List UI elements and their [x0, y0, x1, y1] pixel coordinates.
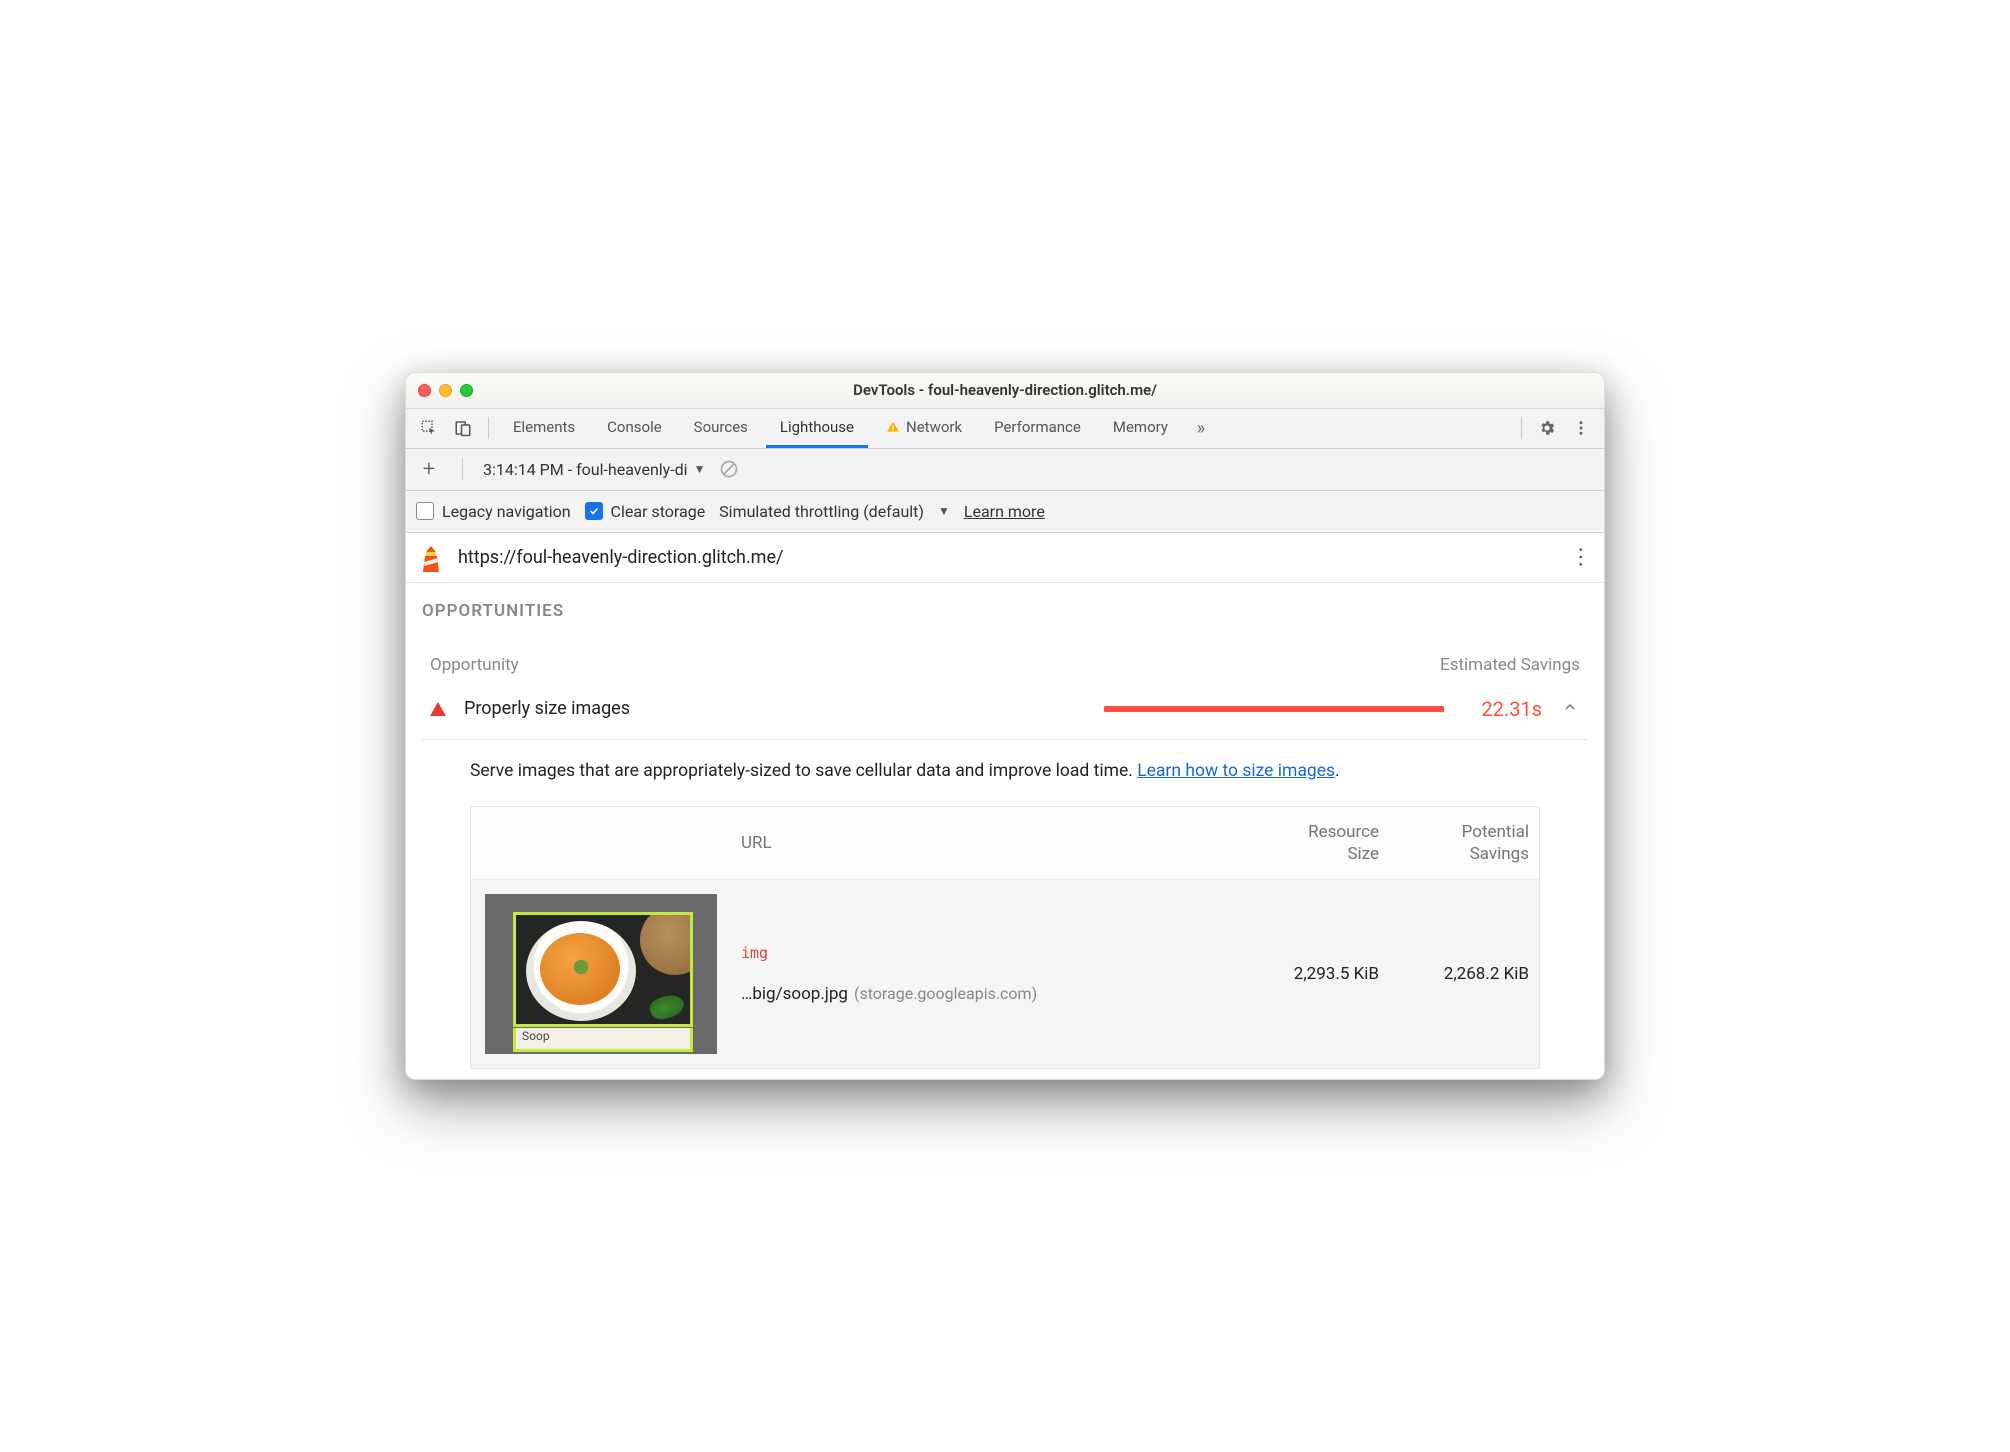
table-header-potential-savings: PotentialSavings: [1389, 807, 1539, 879]
table-header-thumb: [471, 829, 731, 857]
savings-bar: [1104, 706, 1444, 712]
resource-path: …big/soop.jpg: [741, 984, 848, 1004]
learn-how-link[interactable]: Learn how to size images: [1137, 761, 1335, 781]
chevron-down-icon: ▼: [938, 504, 950, 518]
report-url-row: https://foul-heavenly-direction.glitch.m…: [406, 533, 1604, 583]
tab-sources[interactable]: Sources: [680, 408, 762, 448]
toggle-device-toolbar-icon[interactable]: [448, 413, 478, 443]
description-suffix: .: [1335, 761, 1340, 781]
legacy-navigation-checkbox[interactable]: [416, 502, 434, 520]
window-title: DevTools - foul-heavenly-direction.glitc…: [406, 381, 1604, 399]
tab-memory[interactable]: Memory: [1099, 408, 1182, 448]
tab-label: Network: [906, 418, 962, 436]
tab-console[interactable]: Console: [593, 408, 676, 448]
separator: [488, 417, 489, 439]
tab-performance[interactable]: Performance: [980, 408, 1095, 448]
tab-label: Elements: [513, 418, 575, 436]
col-savings-header: Estimated Savings: [1440, 655, 1580, 675]
devtools-window: DevTools - foul-heavenly-direction.glitc…: [405, 372, 1605, 1080]
zoom-window-button[interactable]: [460, 384, 473, 397]
url-cell: img …big/soop.jpg (storage.googleapis.com…: [731, 930, 1239, 1018]
resource-host: (storage.googleapis.com): [854, 984, 1037, 1003]
chevron-down-icon: ▼: [694, 462, 706, 476]
throttling-label: Simulated throttling (default): [719, 502, 924, 521]
tested-url: https://foul-heavenly-direction.glitch.m…: [458, 547, 1555, 568]
chevron-up-icon[interactable]: [1560, 699, 1580, 719]
opportunity-title: Properly size images: [464, 698, 630, 719]
table-header-url: URL: [731, 819, 1239, 867]
col-opportunity-header: Opportunity: [430, 655, 1440, 675]
clear-report-icon[interactable]: [719, 459, 739, 479]
resource-size-cell: 2,293.5 KiB: [1239, 950, 1389, 998]
traffic-lights: [418, 384, 473, 397]
resources-table: URL ResourceSize PotentialSavings: [470, 806, 1540, 1069]
clear-storage-checkbox[interactable]: [585, 502, 603, 520]
tab-label: Lighthouse: [780, 418, 854, 436]
tab-label: Sources: [694, 418, 748, 436]
tab-lighthouse[interactable]: Lighthouse: [766, 408, 868, 448]
tab-elements[interactable]: Elements: [499, 408, 589, 448]
table-header-row: URL ResourceSize PotentialSavings: [471, 807, 1539, 880]
opportunity-list-header: Opportunity Estimated Savings: [422, 655, 1588, 679]
minimize-window-button[interactable]: [439, 384, 452, 397]
report-selector[interactable]: 3:14:14 PM - foul-heavenly-di ▼: [483, 460, 705, 479]
savings-bar-track: [798, 706, 1444, 712]
fail-status-icon: [430, 702, 446, 716]
inspect-element-icon[interactable]: [414, 413, 444, 443]
separator: [1521, 417, 1522, 439]
titlebar: DevTools - foul-heavenly-direction.glitc…: [406, 373, 1604, 409]
opportunity-savings-value: 22.31s: [1462, 697, 1542, 721]
tab-label: Console: [607, 418, 662, 436]
tab-label: Performance: [994, 418, 1081, 436]
more-tabs-icon[interactable]: »: [1186, 413, 1216, 443]
new-report-button[interactable]: +: [416, 456, 442, 482]
separator: [462, 458, 463, 480]
potential-savings-cell: 2,268.2 KiB: [1389, 950, 1539, 998]
section-heading: OPPORTUNITIES: [422, 601, 1588, 621]
description-text: Serve images that are appropriately-size…: [470, 761, 1137, 781]
report-menu-kebab-icon[interactable]: ⋯: [1568, 546, 1593, 569]
report-content: OPPORTUNITIES Opportunity Estimated Savi…: [406, 583, 1604, 1079]
thumbnail-cell: Soop: [471, 880, 731, 1068]
table-row[interactable]: Soop img …big/soop.jpg (storage.googleapi…: [471, 880, 1539, 1068]
warning-icon: [886, 420, 900, 434]
element-thumbnail: Soop: [485, 894, 717, 1054]
element-tag-label: img: [741, 944, 1229, 962]
legacy-navigation-label: Legacy navigation: [442, 502, 571, 521]
tab-label: Memory: [1113, 418, 1168, 436]
learn-more-link[interactable]: Learn more: [964, 502, 1045, 521]
lighthouse-icon: [418, 542, 444, 572]
report-selector-label: 3:14:14 PM - foul-heavenly-di: [483, 460, 688, 479]
devtools-tabs-row: Elements Console Sources Lighthouse Netw…: [406, 409, 1604, 449]
clear-storage-option[interactable]: Clear storage: [585, 502, 706, 521]
table-header-resource-size: ResourceSize: [1239, 807, 1389, 879]
close-window-button[interactable]: [418, 384, 431, 397]
resource-url: …big/soop.jpg (storage.googleapis.com): [741, 984, 1229, 1004]
throttling-dropdown[interactable]: ▼: [938, 504, 950, 518]
legacy-navigation-option[interactable]: Legacy navigation: [416, 502, 571, 521]
tab-network[interactable]: Network: [872, 408, 976, 448]
thumbnail-caption: Soop: [513, 1028, 693, 1052]
lighthouse-options-row: Legacy navigation Clear storage Simulate…: [406, 491, 1604, 533]
more-options-kebab-icon[interactable]: [1566, 413, 1596, 443]
opportunity-row[interactable]: Properly size images 22.31s: [422, 679, 1588, 740]
lighthouse-toolbar: + 3:14:14 PM - foul-heavenly-di ▼: [406, 449, 1604, 491]
settings-gear-icon[interactable]: [1532, 413, 1562, 443]
opportunity-description: Serve images that are appropriately-size…: [422, 740, 1588, 806]
clear-storage-label: Clear storage: [611, 502, 706, 521]
